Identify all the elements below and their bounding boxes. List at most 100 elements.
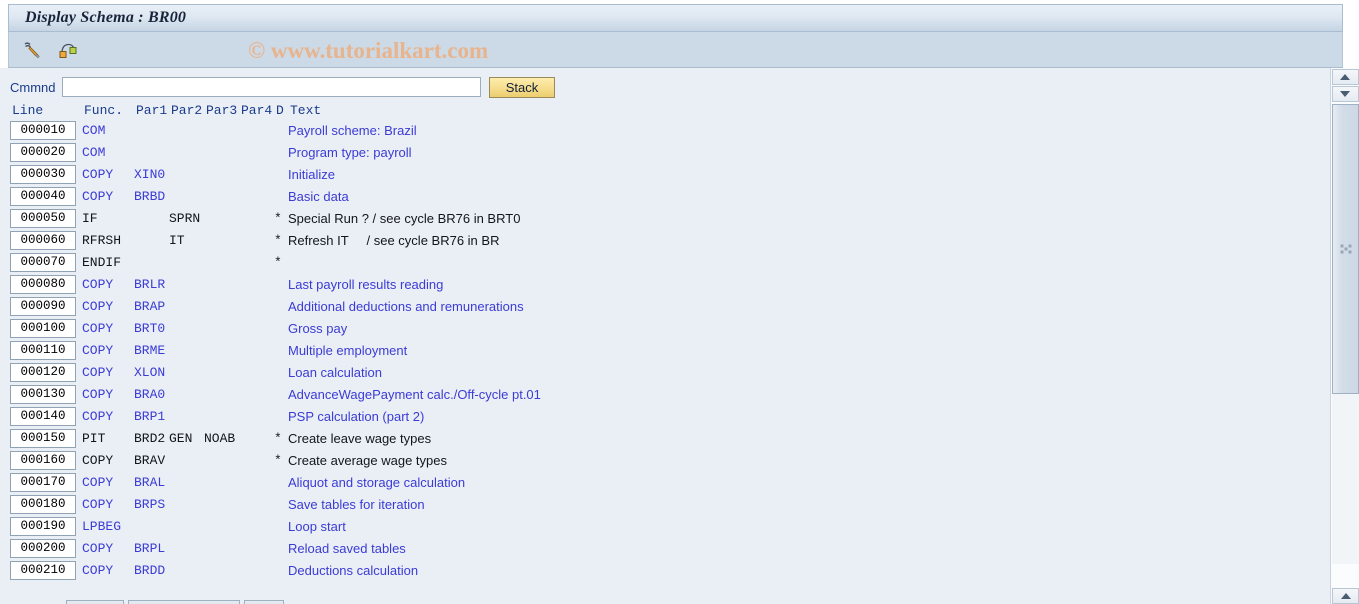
func-cell[interactable]: COPY [82,321,134,336]
par1-cell[interactable]: BRLR [134,277,169,292]
line-number-field[interactable]: 000090 [10,296,76,316]
table-row[interactable]: 000060 RFRSH IT * Refresh IT / see cycle BR7… [0,229,1320,251]
line-number-field[interactable]: 000170 [10,472,76,492]
func-cell[interactable]: COPY [82,497,134,512]
line-number-field[interactable]: 000040 [10,186,76,206]
par1-cell[interactable]: BRT0 [134,321,169,336]
func-cell[interactable]: COPY [82,277,134,292]
line-number-field[interactable]: 000190 [10,516,76,536]
line-number-field[interactable]: 000050 [10,208,76,228]
table-row[interactable]: 000150 PIT BRD2 GEN NOAB * Create leave wage t… [0,427,1320,449]
text-cell[interactable]: Last payroll results reading [288,277,443,292]
text-cell[interactable]: Loan calculation [288,365,382,380]
table-row[interactable]: 000010 COM Payroll scheme: Brazil [0,119,1320,141]
line-number-field[interactable]: 000020 [10,142,76,162]
text-cell[interactable]: Loop start [288,519,346,534]
table-row[interactable]: 000210 COPY BRDD Deductions calculation [0,559,1320,581]
scroll-up-arrow-icon[interactable] [1331,69,1359,85]
edit-pencil-icon[interactable] [19,37,45,63]
text-cell[interactable]: Gross pay [288,321,347,336]
par1-cell[interactable]: BRAV [134,453,169,468]
d-flag-cell[interactable]: * [274,431,288,446]
line-number-field[interactable]: 000030 [10,164,76,184]
par2-cell[interactable]: IT [169,233,204,248]
func-cell[interactable]: IF [82,211,134,226]
d-flag-cell[interactable]: * [274,255,288,270]
table-row[interactable]: 000130 COPY BRA0 AdvanceWagePayment calc./O… [0,383,1320,405]
d-flag-cell[interactable]: * [274,211,288,226]
text-cell[interactable]: Multiple employment [288,343,407,358]
func-cell[interactable]: RFRSH [82,233,134,248]
func-cell[interactable]: COPY [82,189,134,204]
bottom-button-2[interactable] [128,600,240,604]
text-cell[interactable]: Basic data [288,189,349,204]
func-cell[interactable]: COPY [82,387,134,402]
text-cell[interactable]: Reload saved tables [288,541,406,556]
line-number-field[interactable]: 000150 [10,428,76,448]
table-row[interactable]: 000200 COPY BRPL Reload saved tables [0,537,1320,559]
par2-cell[interactable]: SPRN [169,211,204,226]
scroll-page-down-arrow-icon[interactable] [1332,588,1359,604]
par1-cell[interactable]: BRD2 [134,431,169,446]
command-input[interactable] [62,77,481,97]
par1-cell[interactable]: BRBD [134,189,169,204]
table-row[interactable]: 000170 COPY BRAL Aliquot and storage calcul… [0,471,1320,493]
func-cell[interactable]: COPY [82,365,134,380]
text-cell[interactable]: Additional deductions and remunerations [288,299,524,314]
line-number-field[interactable]: 000110 [10,340,76,360]
func-cell[interactable]: ENDIF [82,255,134,270]
table-row[interactable]: 000190 LPBEG Loop start [0,515,1320,537]
par1-cell[interactable]: BRAL [134,475,169,490]
par1-cell[interactable]: XLON [134,365,169,380]
text-cell[interactable]: Create leave wage types [288,431,431,446]
table-row[interactable]: 000090 COPY BRAP Additional deductions and … [0,295,1320,317]
par1-cell[interactable]: BRAP [134,299,169,314]
table-row[interactable]: 000080 COPY BRLR Last payroll results readi… [0,273,1320,295]
func-cell[interactable]: COPY [82,409,134,424]
d-flag-cell[interactable]: * [274,233,288,248]
func-cell[interactable]: COPY [82,343,134,358]
table-row[interactable]: 000030 COPY XIN0 Initialize [0,163,1320,185]
par1-cell[interactable]: BRME [134,343,169,358]
table-row[interactable]: 000040 COPY BRBD Basic data [0,185,1320,207]
line-number-field[interactable]: 000070 [10,252,76,272]
text-cell[interactable]: Refresh IT / see cycle BR76 in BR [288,233,499,248]
bottom-button-1[interactable] [66,600,124,604]
line-number-field[interactable]: 000120 [10,362,76,382]
line-number-field[interactable]: 000180 [10,494,76,514]
text-cell[interactable]: Save tables for iteration [288,497,425,512]
table-row[interactable]: 000070 ENDIF * [0,251,1320,273]
table-row[interactable]: 000110 COPY BRME Multiple employment [0,339,1320,361]
func-cell[interactable]: COPY [82,475,134,490]
table-row[interactable]: 000050 IF SPRN * Special Run ? / see cycle B… [0,207,1320,229]
func-cell[interactable]: COPY [82,167,134,182]
table-row[interactable]: 000160 COPY BRAV * Create average wage types [0,449,1320,471]
line-number-field[interactable]: 000080 [10,274,76,294]
text-cell[interactable]: AdvanceWagePayment calc./Off-cycle pt.01 [288,387,541,402]
func-cell[interactable]: LPBEG [82,519,134,534]
text-cell[interactable]: Payroll scheme: Brazil [288,123,417,138]
line-number-field[interactable]: 000210 [10,560,76,580]
func-cell[interactable]: COPY [82,453,134,468]
line-number-field[interactable]: 000010 [10,120,76,140]
par1-cell[interactable]: XIN0 [134,167,169,182]
scrollbar-thumb[interactable] [1332,104,1359,394]
line-number-field[interactable]: 000140 [10,406,76,426]
text-cell[interactable]: Program type: payroll [288,145,412,160]
line-number-field[interactable]: 000160 [10,450,76,470]
text-cell[interactable]: Deductions calculation [288,563,418,578]
table-row[interactable]: 000100 COPY BRT0 Gross pay [0,317,1320,339]
func-cell[interactable]: COPY [82,299,134,314]
d-flag-cell[interactable]: * [274,453,288,468]
line-number-field[interactable]: 000100 [10,318,76,338]
par1-cell[interactable]: BRPL [134,541,169,556]
par1-cell[interactable]: BRP1 [134,409,169,424]
table-row[interactable]: 000180 COPY BRPS Save tables for iteration [0,493,1320,515]
par3-cell[interactable]: NOAB [204,431,239,446]
table-row[interactable]: 000120 COPY XLON Loan calculation [0,361,1320,383]
par2-cell[interactable]: GEN [169,431,204,446]
text-cell[interactable]: Aliquot and storage calculation [288,475,465,490]
func-cell[interactable]: COPY [82,541,134,556]
par1-cell[interactable]: BRA0 [134,387,169,402]
line-number-field[interactable]: 000200 [10,538,76,558]
